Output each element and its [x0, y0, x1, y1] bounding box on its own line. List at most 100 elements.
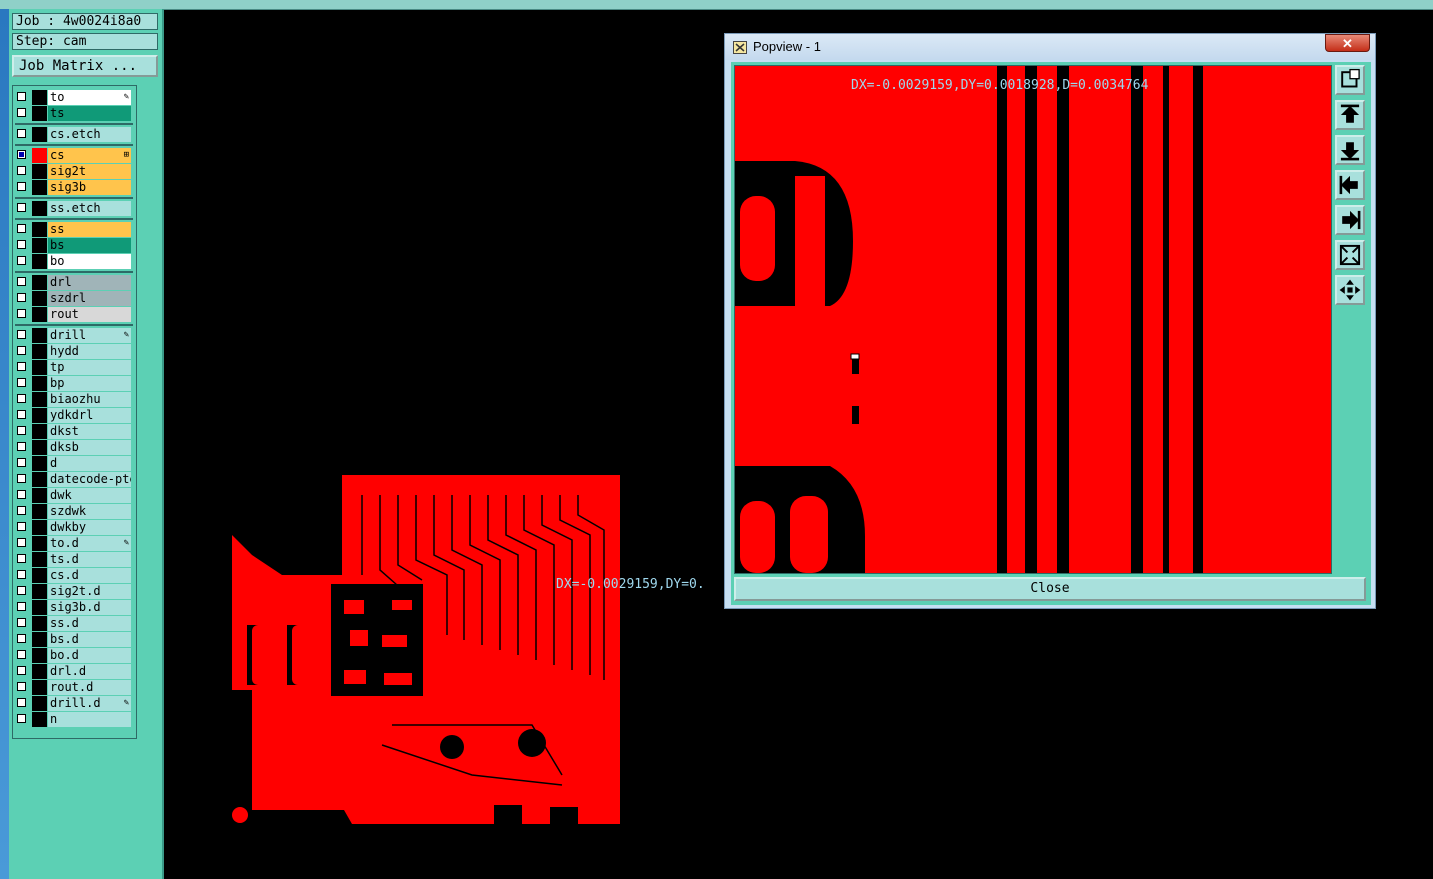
layer-checkbox[interactable]: [17, 293, 26, 302]
layer-checkbox[interactable]: [17, 538, 26, 547]
layer-checkbox[interactable]: [17, 394, 26, 403]
layer-affected-marker[interactable]: [32, 238, 47, 253]
layer-row[interactable]: ts.d: [15, 552, 135, 567]
layer-affected-marker[interactable]: [32, 164, 47, 179]
layer-row[interactable]: d: [15, 456, 135, 471]
layer-affected-marker[interactable]: [32, 536, 47, 551]
layer-checkbox[interactable]: [17, 618, 26, 627]
layer-row[interactable]: cs ⊞: [15, 148, 135, 163]
popview-titlebar[interactable]: Popview - 1 ✕: [725, 34, 1375, 60]
layer-row[interactable]: hydd: [15, 344, 135, 359]
layer-name[interactable]: to.d ✎: [48, 536, 131, 551]
layer-checkbox[interactable]: [17, 203, 26, 212]
layer-name[interactable]: bs: [48, 238, 131, 253]
layer-affected-marker[interactable]: [32, 440, 47, 455]
layer-checkbox[interactable]: [17, 458, 26, 467]
layer-affected-marker[interactable]: [32, 488, 47, 503]
layer-name[interactable]: drl.d: [48, 664, 131, 679]
layer-name[interactable]: sig3b: [48, 180, 131, 195]
pan-button[interactable]: [1335, 275, 1365, 305]
layer-name[interactable]: dksb: [48, 440, 131, 455]
layer-name[interactable]: biaozhu: [48, 392, 131, 407]
layer-row[interactable]: sig3b: [15, 180, 135, 195]
layer-affected-marker[interactable]: [32, 291, 47, 306]
layer-row[interactable]: bo: [15, 254, 135, 269]
layer-name[interactable]: cs.etch: [48, 127, 131, 142]
layer-checkbox[interactable]: [17, 506, 26, 515]
layer-row[interactable]: bo.d: [15, 648, 135, 663]
move-up-button[interactable]: [1335, 100, 1365, 130]
layer-name[interactable]: rout.d: [48, 680, 131, 695]
layer-row[interactable]: szdrl: [15, 291, 135, 306]
layer-checkbox[interactable]: [17, 474, 26, 483]
layer-name[interactable]: ts.d: [48, 552, 131, 567]
layer-affected-marker[interactable]: [32, 360, 47, 375]
layer-checkbox[interactable]: [17, 224, 26, 233]
layer-affected-marker[interactable]: [32, 180, 47, 195]
layer-name[interactable]: rout: [48, 307, 131, 322]
layer-affected-marker[interactable]: [32, 616, 47, 631]
layer-row[interactable]: to ✎: [15, 90, 135, 105]
layer-checkbox[interactable]: [17, 166, 26, 175]
layer-row[interactable]: sig2t.d: [15, 584, 135, 599]
layer-checkbox[interactable]: [17, 182, 26, 191]
layer-row[interactable]: tp: [15, 360, 135, 375]
layer-row[interactable]: drill ✎: [15, 328, 135, 343]
layer-name[interactable]: bo.d: [48, 648, 131, 663]
layer-row[interactable]: drl.d: [15, 664, 135, 679]
layer-name[interactable]: sig3b.d: [48, 600, 131, 615]
layer-affected-marker[interactable]: [32, 520, 47, 535]
layer-name[interactable]: ss: [48, 222, 131, 237]
layer-affected-marker[interactable]: [32, 90, 47, 105]
layer-name[interactable]: dwkby: [48, 520, 131, 535]
layer-checkbox[interactable]: [17, 330, 26, 339]
window-close-button[interactable]: ✕: [1325, 34, 1370, 52]
layer-affected-marker[interactable]: [32, 664, 47, 679]
layer-checkbox[interactable]: [17, 362, 26, 371]
layer-row[interactable]: ss.d: [15, 616, 135, 631]
layer-row[interactable]: to.d ✎: [15, 536, 135, 551]
layer-row[interactable]: drl: [15, 275, 135, 290]
move-down-button[interactable]: [1335, 135, 1365, 165]
layer-checkbox[interactable]: [17, 240, 26, 249]
layer-row[interactable]: sig2t: [15, 164, 135, 179]
layer-affected-marker[interactable]: [32, 275, 47, 290]
layer-name[interactable]: szdrl: [48, 291, 131, 306]
layer-name[interactable]: ydkdrl: [48, 408, 131, 423]
layer-affected-marker[interactable]: [32, 696, 47, 711]
layer-affected-marker[interactable]: [32, 552, 47, 567]
layer-affected-marker[interactable]: [32, 392, 47, 407]
zoom-window-button[interactable]: [1335, 65, 1365, 95]
layer-name[interactable]: drill ✎: [48, 328, 131, 343]
layer-row[interactable]: rout.d: [15, 680, 135, 695]
layer-checkbox[interactable]: [17, 108, 26, 117]
layer-affected-marker[interactable]: [32, 307, 47, 322]
popview-canvas[interactable]: DX=-0.0029159,DY=0.0018928,D=0.0034764: [734, 65, 1332, 574]
zoom-fit-button[interactable]: [1335, 240, 1365, 270]
layer-checkbox[interactable]: [17, 309, 26, 318]
layer-affected-marker[interactable]: [32, 201, 47, 216]
close-button[interactable]: Close: [734, 577, 1366, 601]
layer-name[interactable]: ts: [48, 106, 131, 121]
layer-affected-marker[interactable]: [32, 472, 47, 487]
layer-name[interactable]: sig2t.d: [48, 584, 131, 599]
layer-row[interactable]: biaozhu: [15, 392, 135, 407]
layer-checkbox[interactable]: [17, 256, 26, 265]
layer-row[interactable]: sig3b.d: [15, 600, 135, 615]
layer-row[interactable]: cs.d: [15, 568, 135, 583]
layer-affected-marker[interactable]: [32, 254, 47, 269]
layer-name[interactable]: tp: [48, 360, 131, 375]
layer-affected-marker[interactable]: [32, 127, 47, 142]
layer-affected-marker[interactable]: [32, 106, 47, 121]
layer-affected-marker[interactable]: [32, 712, 47, 727]
layer-checkbox[interactable]: [17, 346, 26, 355]
layer-affected-marker[interactable]: [32, 680, 47, 695]
layer-checkbox[interactable]: [17, 602, 26, 611]
layer-checkbox[interactable]: [17, 92, 26, 101]
layer-row[interactable]: drill.d ✎: [15, 696, 135, 711]
layer-name[interactable]: hydd: [48, 344, 131, 359]
layer-row[interactable]: dwkby: [15, 520, 135, 535]
layer-name[interactable]: d: [48, 456, 131, 471]
layer-name[interactable]: ss.d: [48, 616, 131, 631]
layer-affected-marker[interactable]: [32, 424, 47, 439]
